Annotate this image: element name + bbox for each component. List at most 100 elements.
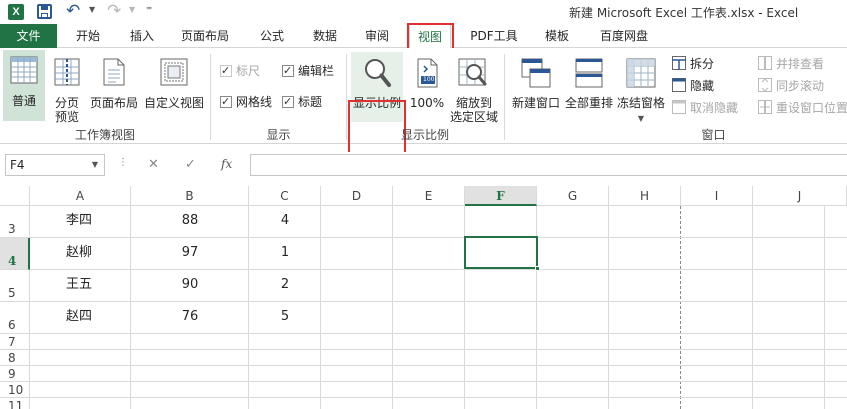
- row-header-7[interactable]: 7: [0, 334, 30, 350]
- ruler-checkbox[interactable]: 标尺: [220, 62, 260, 80]
- tab-view[interactable]: 视图: [409, 24, 451, 49]
- column-header-b[interactable]: B: [131, 186, 249, 206]
- freeze-panes-label: 冻结窗格: [616, 96, 665, 110]
- undo-icon[interactable]: ↶: [66, 1, 80, 21]
- zoom-100-icon-text: 100: [423, 76, 435, 83]
- row-header-9[interactable]: 9: [0, 366, 30, 382]
- name-box-dropdown-icon[interactable]: ▼: [92, 155, 98, 175]
- split-icon: [672, 56, 686, 70]
- name-box-value: F4: [10, 158, 25, 172]
- column-header-c[interactable]: C: [249, 186, 321, 206]
- row-header-10[interactable]: 10: [0, 382, 30, 398]
- sync-scroll-button[interactable]: 同步滚动: [758, 76, 824, 96]
- save-icon[interactable]: [37, 4, 52, 19]
- split-button[interactable]: 拆分: [672, 54, 714, 74]
- custom-views-button[interactable]: 自定义视图: [142, 52, 206, 122]
- row-header-3[interactable]: 3: [0, 206, 30, 238]
- cell-a5[interactable]: 王五: [30, 272, 130, 298]
- name-box[interactable]: F4 ▼: [5, 154, 105, 176]
- gridlines-label: 网格线: [236, 95, 273, 109]
- row-header-11[interactable]: 11: [0, 398, 30, 409]
- zoom-to-selection-label-1: 缩放到: [455, 96, 492, 110]
- column-header-a[interactable]: A: [30, 186, 131, 206]
- reset-window-position-button[interactable]: 重设窗口位置: [758, 98, 847, 118]
- insert-function-icon[interactable]: fx: [221, 157, 232, 171]
- enter-icon[interactable]: ✓: [185, 157, 196, 172]
- ruler-label: 标尺: [236, 64, 261, 78]
- column-header-j[interactable]: J: [753, 186, 847, 206]
- column-header-i[interactable]: I: [681, 186, 753, 206]
- column-header-h[interactable]: H: [609, 186, 681, 206]
- normal-view-button[interactable]: 普通: [3, 50, 45, 121]
- page-break-preview-button[interactable]: 分页 预览: [48, 52, 86, 124]
- tab-pdf-tools[interactable]: PDF工具: [462, 24, 526, 48]
- cell-b6[interactable]: 76: [131, 304, 249, 330]
- fill-handle[interactable]: [535, 266, 540, 271]
- row-header-4[interactable]: 4: [0, 238, 30, 270]
- tab-review[interactable]: 审阅: [354, 24, 400, 48]
- cell-c5[interactable]: 2: [249, 272, 321, 298]
- formula-bar-checkbox[interactable]: 编辑栏: [282, 62, 334, 80]
- cell-a6[interactable]: 赵四: [30, 304, 130, 330]
- formula-bar-grip-icon[interactable]: ⋮: [118, 157, 128, 168]
- column-header-f[interactable]: F: [465, 186, 537, 206]
- column-header-e[interactable]: E: [393, 186, 465, 206]
- active-cell-f4[interactable]: [464, 236, 538, 269]
- cancel-icon[interactable]: ✕: [148, 157, 159, 172]
- select-all-corner[interactable]: [0, 186, 30, 206]
- hide-icon: [672, 78, 686, 92]
- tab-home[interactable]: 开始: [63, 24, 113, 48]
- page-layout-label: 页面布局: [89, 96, 138, 110]
- column-header-d[interactable]: D: [321, 186, 393, 206]
- headings-checkbox[interactable]: 标题: [282, 93, 322, 111]
- tab-templates[interactable]: 模板: [534, 24, 580, 48]
- page-layout-button[interactable]: 页面布局: [88, 52, 140, 122]
- cell-c4[interactable]: 1: [249, 240, 321, 266]
- cell-b3[interactable]: 88: [131, 208, 249, 234]
- tab-baidu-netdisk[interactable]: 百度网盘: [589, 24, 659, 48]
- gridlines-check-icon: [220, 93, 232, 111]
- grid-line: [30, 301, 847, 302]
- page-break-preview-icon: [54, 58, 80, 86]
- undo-dropdown-icon[interactable]: ▼: [89, 5, 95, 14]
- hide-button[interactable]: 隐藏: [672, 76, 714, 96]
- side-by-side-label: 并排查看: [776, 57, 825, 71]
- new-window-button[interactable]: 新建窗口: [509, 52, 563, 122]
- zoom-100-button[interactable]: 100 100%: [407, 52, 447, 122]
- redo-icon[interactable]: ↷: [107, 1, 121, 21]
- title-bar: X ↶ ▼ ↷ ▼ ⁼ 新建 Microsoft Excel 工作表.xlsx …: [0, 0, 847, 24]
- arrange-all-icon: [575, 58, 603, 88]
- cell-b5[interactable]: 90: [131, 272, 249, 298]
- redo-dropdown-icon[interactable]: ▼: [129, 5, 135, 14]
- formula-input[interactable]: [250, 154, 847, 176]
- gridlines-checkbox[interactable]: 网格线: [220, 93, 272, 111]
- freeze-panes-button[interactable]: 冻结窗格 ▼: [615, 52, 667, 123]
- tab-insert[interactable]: 插入: [117, 24, 167, 48]
- tab-formulas[interactable]: 公式: [249, 24, 295, 48]
- grid-line: [30, 381, 847, 382]
- column-header-g[interactable]: G: [537, 186, 609, 206]
- formula-bar-label: 编辑栏: [298, 64, 335, 78]
- grid-line: [30, 365, 847, 366]
- cell-a3[interactable]: 李四: [30, 208, 130, 234]
- row-header-8[interactable]: 8: [0, 350, 30, 366]
- excel-logo-icon: X: [8, 4, 24, 20]
- zoom-button[interactable]: 显示比例: [351, 52, 403, 122]
- grid-line: [30, 333, 847, 334]
- cell-b4[interactable]: 97: [131, 240, 249, 266]
- unhide-button[interactable]: 取消隐藏: [672, 98, 738, 118]
- cell-c6[interactable]: 5: [249, 304, 321, 330]
- row-header-5[interactable]: 5: [0, 270, 30, 302]
- customize-qat-icon[interactable]: ⁼: [146, 3, 152, 17]
- arrange-all-button[interactable]: 全部重排: [564, 52, 614, 122]
- worksheet-grid[interactable]: A B C D E F G H I J 3 李四 88 4 4 赵柳 97 1 …: [0, 186, 847, 409]
- tab-data[interactable]: 数据: [302, 24, 348, 48]
- cell-c3[interactable]: 4: [249, 208, 321, 234]
- tab-file[interactable]: 文件: [0, 24, 57, 48]
- tab-page-layout[interactable]: 页面布局: [172, 24, 238, 48]
- zoom-to-selection-button[interactable]: 缩放到 选定区域: [448, 52, 500, 124]
- row-header-6[interactable]: 6: [0, 302, 30, 334]
- side-by-side-button[interactable]: 并排查看: [758, 54, 824, 74]
- cell-a4[interactable]: 赵柳: [30, 240, 130, 266]
- unhide-label: 取消隐藏: [690, 101, 739, 115]
